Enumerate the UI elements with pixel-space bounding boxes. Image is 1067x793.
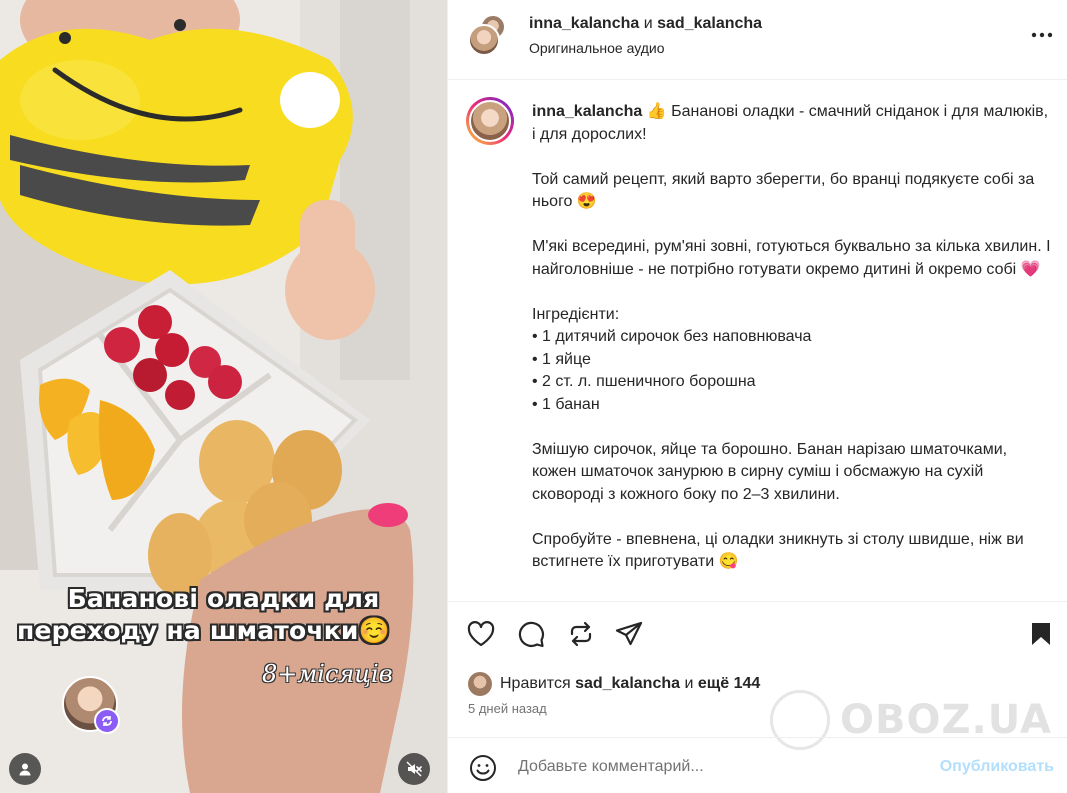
like-button[interactable]: [466, 619, 496, 649]
user-tag-icon: [19, 763, 31, 776]
post-timestamp[interactable]: 5 дней назад: [468, 701, 547, 716]
ingredient-item: • 1 банан: [532, 395, 600, 413]
action-bar: [448, 601, 1067, 661]
likes-prefix: Нравится: [500, 675, 571, 692]
post-side-panel: inna_kalancha и sad_kalancha Оригинально…: [447, 0, 1067, 793]
save-button[interactable]: [1026, 619, 1056, 649]
comment-button[interactable]: [516, 619, 546, 649]
post-media[interactable]: Бананові оладки для переходу на шматочки…: [0, 0, 447, 793]
instagram-post: Бананові оладки для переходу на шматочки…: [0, 0, 1067, 793]
collab-usernames: inna_kalancha и sad_kalancha: [529, 15, 762, 33]
caption-text: inna_kalancha 👍 Бананові оладки - смачни…: [532, 101, 1052, 596]
ingredients-title: Інгредієнти:: [532, 305, 620, 323]
audio-link[interactable]: Оригинальное аудио: [529, 40, 665, 56]
user-tag-button[interactable]: [9, 753, 41, 785]
remix-icon: [94, 708, 120, 734]
caption-paragraph: Змішую сирочок, яйце та борошно. Банан н…: [532, 440, 1008, 503]
post-header: inna_kalancha и sad_kalancha Оригинально…: [448, 0, 1067, 80]
avatar: [468, 24, 500, 56]
sound-off-icon: [406, 761, 422, 777]
share-button[interactable]: [614, 619, 644, 649]
likes-others[interactable]: ещё 144: [698, 675, 760, 693]
ingredient-item: • 1 яйце: [532, 350, 591, 368]
post-caption: inna_kalancha 👍 Бананові оладки - смачни…: [448, 81, 1067, 601]
bookmark-icon: [1032, 623, 1050, 645]
avatar: [468, 672, 492, 696]
ingredient-item: • 2 ст. л. пшеничного борошна: [532, 373, 756, 390]
share-icon: [615, 621, 643, 646]
heart-icon: [467, 621, 495, 647]
caption-username[interactable]: inna_kalancha: [532, 103, 642, 120]
caption-author-avatar[interactable]: [466, 97, 514, 145]
caption-paragraph: Спробуйте - впевнена, ці оладки зникнуть…: [532, 530, 1024, 571]
comment-bar: Опубликовать: [448, 737, 1067, 793]
comment-input[interactable]: [518, 756, 918, 778]
caption-paragraph: Той самий рецепт, який варто зберегти, б…: [532, 170, 1035, 211]
publish-button[interactable]: Опубликовать: [940, 758, 1054, 776]
mute-button[interactable]: [398, 753, 430, 785]
overlay-title-line1: Бананові оладки для: [67, 584, 380, 613]
repost-icon: [570, 621, 592, 647]
header-conjunction: и: [643, 15, 653, 32]
likes-summary[interactable]: Нравится sad_kalancha и ещё 144: [468, 670, 760, 698]
header-username-1[interactable]: inna_kalancha: [529, 15, 639, 32]
more-options-icon: [1031, 32, 1053, 38]
likes-user[interactable]: sad_kalancha: [575, 675, 680, 693]
more-options-button[interactable]: [1029, 22, 1055, 48]
overlay-age-label: 8+місяців: [262, 660, 393, 688]
collab-avatars[interactable]: [468, 14, 508, 58]
emoji-button[interactable]: [468, 753, 498, 783]
comment-icon: [518, 621, 545, 648]
ingredient-item: • 1 дитячий сирочок без наповнювача: [532, 328, 812, 345]
header-username-2[interactable]: sad_kalancha: [657, 15, 762, 32]
overlay-title-line2: переходу на шматочки☺️: [17, 616, 390, 645]
caption-paragraph: М'які всередині, рум'яні зовні, готуютьс…: [532, 238, 1051, 278]
likes-conjunction: и: [684, 675, 694, 692]
repost-button[interactable]: [566, 619, 596, 649]
emoji-icon: [470, 755, 496, 781]
